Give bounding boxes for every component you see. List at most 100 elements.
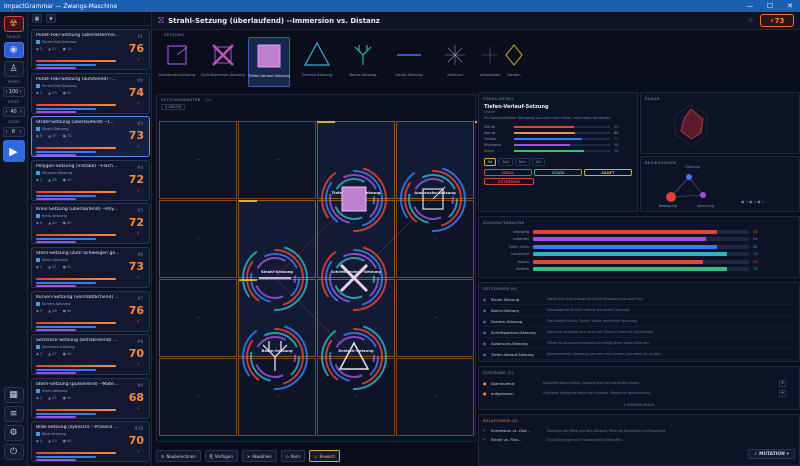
list-item[interactable]: Polygon-Setzung (instabil) --Fläch... Pol… bbox=[31, 159, 150, 201]
stat-item: ◆ 3 bbox=[36, 178, 42, 182]
setting-row[interactable]: ◆ Strahl-Setzung Gerichtete Linie erzeugt … bbox=[483, 294, 795, 305]
grid-cell[interactable] bbox=[159, 121, 237, 199]
list-item[interactable]: Blob-Setzung (zyklisch) --Präsenz ... Blo… bbox=[31, 421, 150, 463]
grid-cell[interactable] bbox=[238, 358, 316, 436]
setting-row[interactable]: ◆ Tiefen-Verlauf-Setzung Kontinuierlicher … bbox=[483, 349, 795, 360]
grid-cell[interactable] bbox=[396, 279, 474, 357]
close-icon[interactable]: ✕ bbox=[780, 0, 800, 12]
relation-row[interactable]: ⚡ Immersion vs. Dist... Zwischen der Nähe … bbox=[483, 426, 795, 435]
detail-tab[interactable]: Soll bbox=[498, 158, 513, 166]
stat-item: ● 61 bbox=[63, 265, 72, 269]
plus-icon[interactable]: + bbox=[779, 389, 786, 397]
grid-cell-active[interactable]: Dreieck-Setzung bbox=[317, 279, 395, 357]
node-bewegung[interactable] bbox=[666, 192, 676, 202]
list-item-rank: #2 bbox=[137, 77, 143, 83]
grid-cell-active[interactable]: Schrittwechsel-Setzung bbox=[317, 200, 395, 278]
more-link[interactable]: ▾ MINDERUNGEN bbox=[479, 403, 799, 407]
gear-icon[interactable]: ⚙ bbox=[3, 425, 24, 441]
list-item-rank: #6 bbox=[137, 252, 143, 257]
list-item[interactable]: Punkt-Fokl-Setzung (überdetermin... Punkt… bbox=[31, 29, 150, 70]
shape-option[interactable]: Rauten bbox=[502, 37, 526, 87]
list-item[interactable]: Stern-Setzung (pulsierend) --Mate... Ster… bbox=[31, 377, 150, 419]
grid-cell-active[interactable]: Tiefen-Verlauf-Setzung bbox=[317, 121, 395, 199]
relation-name: Immersion vs. Dist... bbox=[491, 428, 531, 433]
target-icon[interactable]: ◉ bbox=[3, 42, 24, 58]
grid-section-label: SETZUNGSRASTER bbox=[161, 97, 201, 102]
person-icon[interactable]: ♙ bbox=[3, 61, 24, 77]
state-row[interactable]: ● überlaufend Kapazität überschritten, Set… bbox=[483, 378, 795, 388]
node-ordnung[interactable] bbox=[686, 174, 692, 180]
list-item[interactable]: Stern-Setzung (zum Schweigen ge... Stern-… bbox=[31, 247, 150, 288]
radiation-icon[interactable]: ☢ bbox=[3, 16, 24, 32]
shape-option[interactable]: Dreieck-Setzung bbox=[296, 37, 338, 87]
action-label: Verfügen bbox=[214, 453, 233, 459]
grid-cell[interactable] bbox=[317, 358, 395, 436]
score-button[interactable]: ⚡73 bbox=[760, 14, 794, 27]
list-item[interactable]: Sechseck-Setzung (beflakneend) ... Sechse… bbox=[31, 334, 150, 376]
relation-row[interactable]: ⚡ Strahl vs. Flan... Ein Strahl gegen eine… bbox=[483, 435, 795, 444]
action-button[interactable]: ◇ Kern bbox=[280, 450, 305, 462]
grid-cell-active[interactable]: Ausbruchs-Setzung bbox=[396, 121, 474, 199]
detail-tab[interactable]: Neu bbox=[514, 158, 531, 166]
shape-option[interactable]: aufgeladen bbox=[478, 37, 502, 87]
grid-cell[interactable] bbox=[159, 358, 237, 436]
favorite-icon[interactable]: ☆ bbox=[748, 16, 754, 24]
grid-cell[interactable] bbox=[159, 279, 237, 357]
detail-tab[interactable]: Alt bbox=[532, 158, 545, 166]
state-row[interactable]: ● aufgeriesen Frühlicher Wahnende Bruch de… bbox=[483, 388, 795, 398]
sliders-icon[interactable]: ≡ bbox=[3, 406, 24, 422]
shape-option[interactable]: Akzidenzle-Setzung bbox=[156, 37, 198, 87]
action-button[interactable]: ↻ Neuberechnen bbox=[156, 450, 201, 462]
progress-bar bbox=[36, 365, 116, 368]
node-spannung[interactable] bbox=[700, 192, 706, 198]
shape-option[interactable]: Baum-Setzung bbox=[342, 37, 384, 87]
grid-cell[interactable] bbox=[159, 200, 237, 278]
list-item[interactable]: Punkt-Fokl-Setzung (aufsteend) -... Punkt… bbox=[31, 72, 150, 114]
setting-row[interactable]: ◆ Ausbruchs-Setzung Öffnet ein Ausbruchsmo… bbox=[483, 338, 795, 349]
impulse-bar bbox=[533, 229, 749, 234]
grid-icon[interactable]: ▦ bbox=[3, 387, 24, 403]
list-item-sub: Stern-Setzung bbox=[42, 388, 68, 393]
action-button[interactable]: ⎘ Verfügen bbox=[204, 450, 238, 462]
detail-tab[interactable]: Ist bbox=[484, 158, 497, 166]
shape-option[interactable]: Strahl-Setzung bbox=[388, 37, 430, 87]
plus-icon[interactable]: + bbox=[779, 379, 786, 387]
list-item[interactable]: Kreis-Setzung (überlaufend) --Rhy... Krei… bbox=[31, 203, 150, 245]
maximize-icon[interactable]: ☐ bbox=[760, 0, 780, 12]
action-button[interactable]: ⚠ Bewertl bbox=[308, 450, 340, 462]
mutation-button[interactable]: ⚡ MUTATION ▾ bbox=[748, 449, 795, 459]
level-stepper[interactable]: ‹ 40 › bbox=[2, 107, 25, 117]
minimize-icon[interactable]: — bbox=[740, 0, 760, 12]
power-icon[interactable]: ⏻ bbox=[3, 444, 24, 460]
shape-option[interactable]: Zentrum bbox=[434, 37, 476, 87]
grid-cell-active[interactable]: Baum-Setzung bbox=[238, 279, 316, 357]
level-value: 40 bbox=[10, 109, 17, 115]
star-icon[interactable]: ★ bbox=[46, 14, 56, 23]
grid-view-icon[interactable]: ▦ bbox=[32, 14, 42, 23]
action-button[interactable]: ✕ Abwählen bbox=[241, 450, 277, 462]
detail-pill[interactable]: SANFT bbox=[584, 169, 632, 176]
setting-row[interactable]: ◆ Baum-Setzung Verzweigende Struktur wächs… bbox=[483, 305, 795, 316]
impulse-value: 72 bbox=[753, 252, 758, 257]
shape-option[interactable]: Tiefen-Verlauf-Setzung bbox=[248, 37, 290, 87]
action-bar: ↻ Neuberechnen ⎘ Verfügen ✕ Abwählen ◇ Kern ⚠ Bew… bbox=[156, 450, 476, 463]
grid-cell[interactable] bbox=[238, 121, 316, 199]
progress-bar bbox=[36, 190, 116, 193]
detail-pill[interactable]: IDEAL bbox=[484, 169, 532, 176]
detail-pill[interactable]: EXTREMEN bbox=[484, 178, 534, 185]
shape-option[interactable]: Schrittwechsel-Setzung bbox=[201, 37, 245, 87]
setting-row[interactable]: ◆ Dreieck-Setzung Drei stabile Punkte, Dic… bbox=[483, 316, 795, 327]
grid-cell[interactable] bbox=[396, 358, 474, 436]
list-item[interactable]: Strahl-Setzung (überlaufend) --I... Strah… bbox=[31, 116, 150, 158]
tempo-stepper[interactable]: ‹ 100 › bbox=[2, 87, 25, 97]
grid-row-filter[interactable]: 4 ZEILEN bbox=[161, 104, 186, 110]
play-button[interactable]: ▶ bbox=[2, 140, 25, 162]
grid-cell[interactable] bbox=[396, 200, 474, 278]
zoom-stepper[interactable]: ‹ 8 › bbox=[2, 127, 25, 137]
detail-pill[interactable]: STARK bbox=[534, 169, 582, 176]
grid-cell-active[interactable]: Strahl-Setzung bbox=[238, 200, 316, 278]
stat-value: 70 bbox=[66, 47, 72, 51]
list-item[interactable]: Kurven-Setzung (verstößtlichend) ... Kurv… bbox=[31, 290, 150, 332]
list-item-score: 72 bbox=[128, 216, 144, 230]
setting-row[interactable]: ◆ Schrittwechsel-Setzung Kreuzung schneide… bbox=[483, 327, 795, 338]
